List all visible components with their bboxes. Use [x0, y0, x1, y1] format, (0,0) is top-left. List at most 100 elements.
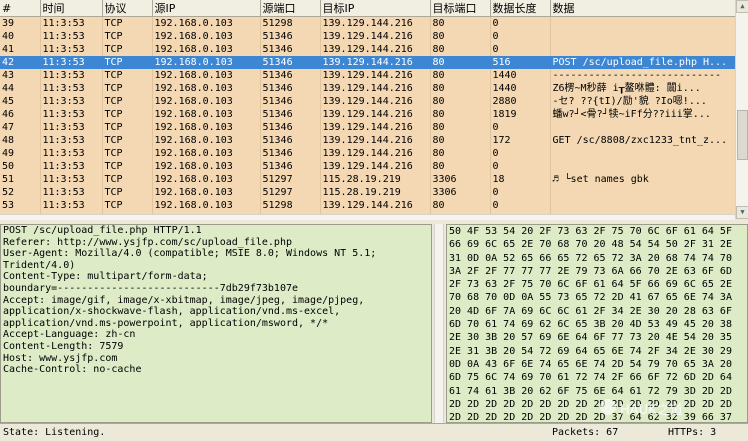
cell-time: 11:3:53: [40, 82, 103, 95]
table-row[interactable]: 50 11:3:53 TCP 192.168.0.103 51346 139.129.14…: [0, 160, 735, 173]
table-row[interactable]: 48 11:3:53 TCP 192.168.0.103 51346 139.129.14…: [0, 134, 735, 147]
table-row[interactable]: 49 11:3:53 TCP 192.168.0.103 51346 139.129.14…: [0, 147, 735, 160]
column-header-dest-port[interactable]: 目标端口: [430, 0, 491, 17]
cell-dest-port: 80: [430, 16, 491, 30]
cell-protocol: TCP: [102, 95, 153, 108]
cell-source-ip: 192.168.0.103: [152, 186, 261, 199]
hex-line: 3A 2F 2F 77 77 77 2E 79 73 6A 66 70 2E 6…: [449, 265, 732, 277]
cell-no: 39: [0, 16, 41, 30]
cell-source-port: 51346: [260, 82, 321, 95]
cell-data-length: 172: [490, 134, 551, 147]
request-line: application/vnd.ms-powerpoint, applicati…: [3, 317, 329, 329]
cell-protocol: TCP: [102, 121, 153, 134]
cell-time: 11:3:53: [40, 108, 103, 121]
cell-data-length: 0: [490, 16, 551, 30]
table-row[interactable]: 42 11:3:53 TCP 192.168.0.103 51346 139.129.14…: [0, 56, 735, 69]
packet-list[interactable]: # 时间 协议 源IP 源端口 目标IP 目标端口 数据长度 数据 39 11:3…: [0, 0, 735, 214]
cell-source-ip: 192.168.0.103: [152, 43, 261, 56]
hex-line: 66 69 6C 65 2E 70 68 70 20 48 54 54 50 2…: [449, 239, 732, 251]
column-header-data-length[interactable]: 数据长度: [490, 0, 551, 17]
table-row[interactable]: 46 11:3:53 TCP 192.168.0.103 51346 139.129.14…: [0, 108, 735, 121]
cell-dest-port: 80: [430, 69, 491, 82]
table-row[interactable]: 51 11:3:53 TCP 192.168.0.103 51297 115.28.19.…: [0, 173, 735, 186]
cell-data: [550, 147, 735, 160]
table-row[interactable]: 47 11:3:53 TCP 192.168.0.103 51346 139.129.14…: [0, 121, 735, 134]
cell-data-length: 0: [490, 199, 551, 212]
hex-line: 2E 30 3B 20 57 69 6E 64 6F 77 73 20 4E 5…: [449, 332, 732, 344]
cell-protocol: TCP: [102, 82, 153, 95]
hex-line: 6D 75 6C 74 69 70 61 72 74 2F 66 6F 72 6…: [449, 372, 732, 384]
cell-data: [550, 121, 735, 134]
cell-no: 52: [0, 186, 41, 199]
cell-dest-ip: 139.129.144.216: [320, 43, 431, 56]
column-header-time[interactable]: 时间: [40, 0, 103, 17]
column-header-source-port[interactable]: 源端口: [260, 0, 321, 17]
column-header-data[interactable]: 数据: [550, 0, 735, 17]
cell-data-length: 516: [490, 56, 551, 69]
scrollbar-thumb[interactable]: [737, 110, 748, 160]
hex-line: 50 4F 53 54 20 2F 73 63 2F 75 70 6C 6F 6…: [449, 226, 732, 237]
cell-data-length: 0: [490, 43, 551, 56]
cell-time: 11:3:53: [40, 30, 103, 43]
cell-dest-ip: 139.129.144.216: [320, 121, 431, 134]
table-row[interactable]: 53 11:3:53 TCP 192.168.0.103 51298 139.129.14…: [0, 199, 735, 212]
hex-line: 2F 73 63 2F 75 70 6C 6F 61 64 5F 66 69 6…: [449, 279, 732, 291]
watermark-text: HAUK之道: [620, 403, 683, 418]
cell-source-port: 51346: [260, 95, 321, 108]
request-line: POST /sc/upload_file.php HTTP/1.1: [3, 225, 202, 236]
table-row[interactable]: 41 11:3:53 TCP 192.168.0.103 51346 139.129.14…: [0, 43, 735, 56]
column-header-protocol[interactable]: 协议: [102, 0, 153, 17]
cell-source-ip: 192.168.0.103: [152, 147, 261, 160]
cell-time: 11:3:53: [40, 69, 103, 82]
cell-source-port: 51346: [260, 69, 321, 82]
cell-no: 40: [0, 30, 41, 43]
cell-dest-ip: 139.129.144.216: [320, 95, 431, 108]
table-row[interactable]: 40 11:3:53 TCP 192.168.0.103 51346 139.129.14…: [0, 30, 735, 43]
table-row[interactable]: 52 11:3:53 TCP 192.168.0.103 51297 115.28.19.…: [0, 186, 735, 199]
cell-data-length: 0: [490, 186, 551, 199]
cell-source-ip: 192.168.0.103: [152, 108, 261, 121]
scroll-down-icon[interactable]: ▼: [736, 206, 748, 219]
cell-dest-port: 80: [430, 108, 491, 121]
cell-no: 42: [0, 56, 41, 69]
table-row[interactable]: 45 11:3:53 TCP 192.168.0.103 51346 139.129.14…: [0, 95, 735, 108]
cell-no: 47: [0, 121, 41, 134]
cell-data: [550, 30, 735, 43]
status-state: State: Listening.: [3, 427, 106, 438]
cell-time: 11:3:53: [40, 147, 103, 160]
cell-source-port: 51346: [260, 56, 321, 69]
cell-source-ip: 192.168.0.103: [152, 160, 261, 173]
table-row[interactable]: 39 11:3:53 TCP 192.168.0.103 51298 139.129.14…: [0, 16, 735, 30]
status-packet-count: Packets: 67: [552, 427, 619, 438]
request-text-pane[interactable]: POST /sc/upload_file.php HTTP/1.1 Referer…: [0, 224, 432, 423]
request-pane-scrollbar[interactable]: [434, 224, 444, 423]
cell-dest-port: 80: [430, 30, 491, 43]
cell-source-port: 51298: [260, 16, 321, 30]
cell-data: [550, 160, 735, 173]
cell-source-ip: 192.168.0.103: [152, 56, 261, 69]
cell-dest-ip: 115.28.19.219: [320, 186, 431, 199]
cell-source-port: 51346: [260, 160, 321, 173]
request-line: Content-Length: 7579: [3, 340, 124, 352]
column-header-source-ip[interactable]: 源IP: [152, 0, 261, 17]
cell-data-length: 18: [490, 173, 551, 186]
watermark: HAUK之道: [600, 398, 740, 418]
cell-protocol: TCP: [102, 173, 153, 186]
cell-source-port: 51298: [260, 199, 321, 212]
packet-list-scrollbar[interactable]: ▲ ▼: [735, 0, 748, 219]
cell-protocol: TCP: [102, 30, 153, 43]
cell-time: 11:3:53: [40, 173, 103, 186]
cell-source-port: 51297: [260, 173, 321, 186]
cell-source-port: 51297: [260, 186, 321, 199]
hex-line: 2E 31 3B 20 54 72 69 64 65 6E 74 2F 34 2…: [449, 345, 732, 357]
cell-data: POST /sc/upload_file.php H...: [550, 56, 735, 69]
column-header-dest-ip[interactable]: 目标IP: [320, 0, 431, 17]
cell-no: 45: [0, 95, 41, 108]
hex-dump-pane[interactable]: 50 4F 53 54 20 2F 73 63 2F 75 70 6C 6F 6…: [446, 224, 748, 423]
table-row[interactable]: 43 11:3:53 TCP 192.168.0.103 51346 139.129.14…: [0, 69, 735, 82]
table-row[interactable]: 44 11:3:53 TCP 192.168.0.103 51346 139.129.14…: [0, 82, 735, 95]
column-header-no[interactable]: #: [0, 0, 41, 17]
cell-protocol: TCP: [102, 160, 153, 173]
cell-dest-port: 80: [430, 147, 491, 160]
scroll-up-icon[interactable]: ▲: [736, 0, 748, 13]
